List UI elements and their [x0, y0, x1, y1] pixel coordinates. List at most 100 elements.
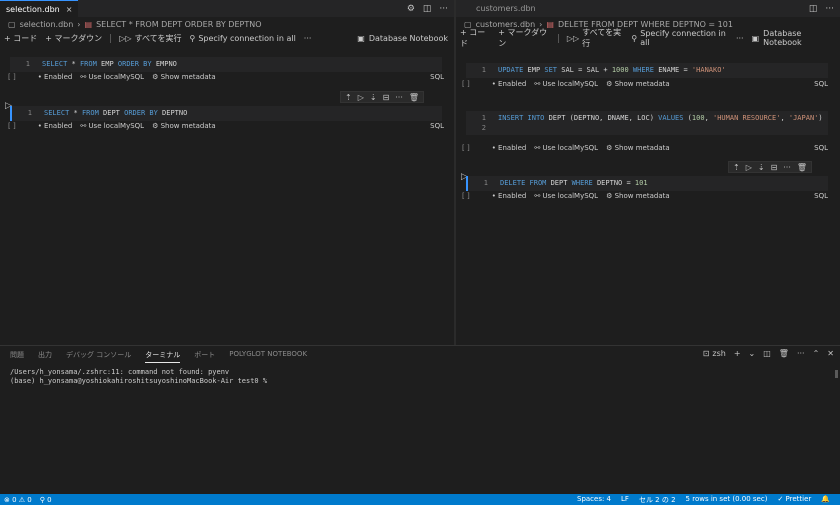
- tab-problems[interactable]: 問題: [10, 350, 24, 363]
- execute-above-icon[interactable]: ⇡: [345, 93, 352, 102]
- chevron-down-icon[interactable]: ⌄: [749, 349, 756, 358]
- enabled-status[interactable]: • Enabled: [38, 73, 73, 81]
- kill-terminal-icon[interactable]: 🗑: [779, 349, 789, 358]
- more-icon[interactable]: ···: [783, 163, 791, 172]
- execute-above-icon[interactable]: ⇡: [733, 163, 740, 172]
- code-line: 1 UPDATE EMP SET SAL = SAL + 1000 WHERE …: [466, 65, 828, 75]
- split-editor-icon[interactable]: ◫: [423, 4, 432, 14]
- split-editor-icon[interactable]: ◫: [809, 4, 818, 14]
- code-cell-editor[interactable]: 1 UPDATE EMP SET SAL = SAL + 1000 WHERE …: [466, 63, 828, 78]
- show-metadata-link[interactable]: ⚙ Show metadata: [606, 80, 670, 88]
- terminal-prompt-line[interactable]: (base) h_yonsama@yoshiokahiroshitsuyoshi…: [10, 377, 267, 385]
- use-connection-link[interactable]: ⚯ Use localMySQL: [534, 80, 598, 88]
- add-code-button[interactable]: + コード: [460, 27, 490, 49]
- split-cell-icon[interactable]: ⊟: [771, 163, 778, 172]
- tab-ports[interactable]: ポート: [194, 350, 215, 363]
- tab-polyglot-notebook[interactable]: POLYGLOT NOTEBOOK: [229, 350, 307, 363]
- tab-selection-dbn[interactable]: selection.dbn ×: [0, 0, 79, 17]
- more-icon[interactable]: ···: [395, 93, 403, 102]
- delete-cell-icon[interactable]: 🗑: [409, 93, 419, 102]
- tab-terminal[interactable]: ターミナル: [145, 350, 181, 363]
- cell-language[interactable]: SQL: [814, 144, 828, 152]
- maximize-panel-icon[interactable]: ⌃: [813, 349, 820, 358]
- tab-label: customers.dbn: [476, 4, 536, 13]
- specify-connection-button[interactable]: ⚲ Specify connection in all: [189, 34, 295, 43]
- add-markdown-button[interactable]: + マークダウン: [45, 33, 102, 44]
- more-actions-icon[interactable]: ···: [825, 4, 834, 14]
- code-line: 1 SELECT * FROM EMP ORDER BY EMPNO: [10, 59, 442, 69]
- terminal-scrollbar[interactable]: [835, 370, 838, 378]
- use-connection-link[interactable]: ⚯ Use localMySQL: [80, 122, 144, 130]
- enabled-status[interactable]: • Enabled: [492, 144, 527, 152]
- run-all-label: すべてを実行: [134, 33, 182, 43]
- kernel-picker[interactable]: ▣ Database Notebook: [752, 29, 840, 47]
- enabled-status[interactable]: • Enabled: [492, 192, 527, 200]
- sql-text: DEPT: [98, 109, 125, 117]
- close-icon[interactable]: ×: [66, 5, 73, 14]
- run-below-icon[interactable]: ⇣: [758, 163, 765, 172]
- delete-cell-icon[interactable]: 🗑: [797, 163, 807, 172]
- cell-indicator[interactable]: セル 2 の 2: [639, 495, 676, 505]
- prettier-indicator[interactable]: ✓ Prettier: [777, 495, 811, 505]
- kernel-picker[interactable]: ▣ Database Notebook: [357, 34, 454, 43]
- sql-text: EMP: [96, 60, 118, 68]
- use-connection-link[interactable]: ⚯ Use localMySQL: [80, 73, 144, 81]
- code-cell-editor[interactable]: 1 DELETE FROM DEPT WHERE DEPTNO = 101: [466, 176, 828, 191]
- show-metadata-link[interactable]: ⚙ Show metadata: [606, 192, 670, 200]
- cell-status-bar: [ ] • Enabled ⚯ Use localMySQL ⚙ Show me…: [462, 78, 828, 89]
- gear-icon[interactable]: ⚙: [407, 4, 415, 14]
- split-cell-icon[interactable]: ⊟: [383, 93, 390, 102]
- sql-text: EMP: [523, 66, 545, 74]
- ports-indicator[interactable]: ⚲ 0: [40, 496, 52, 504]
- run-all-button[interactable]: ▷▷ すべてを実行: [567, 27, 624, 49]
- sql-number: 1000: [611, 66, 629, 74]
- cell-language[interactable]: SQL: [814, 80, 828, 88]
- run-all-label: すべてを実行: [582, 28, 622, 48]
- more-icon[interactable]: ···: [736, 34, 744, 43]
- indentation-indicator[interactable]: Spaces: 4: [577, 495, 611, 505]
- more-icon[interactable]: ···: [797, 349, 805, 358]
- show-metadata-link[interactable]: ⚙ Show metadata: [606, 144, 670, 152]
- sql-string: 'JAPAN': [788, 114, 819, 122]
- code-cell-editor[interactable]: 1 SELECT * FROM DEPT ORDER BY DEPTNO: [10, 106, 442, 121]
- use-connection-link[interactable]: ⚯ Use localMySQL: [534, 144, 598, 152]
- bell-icon[interactable]: 🔔: [821, 495, 830, 505]
- eol-indicator[interactable]: LF: [621, 495, 629, 505]
- problems-indicator[interactable]: ⊗ 0 ⚠ 0: [4, 496, 32, 504]
- run-all-button[interactable]: ▷▷ すべてを実行: [119, 33, 181, 44]
- use-connection-link[interactable]: ⚯ Use localMySQL: [534, 192, 598, 200]
- right-tab-bar: customers.dbn ◫ ···: [456, 0, 840, 17]
- sql-keyword: INTO: [527, 114, 545, 122]
- more-actions-icon[interactable]: ···: [439, 4, 448, 14]
- file-icon: ▢: [8, 19, 16, 29]
- code-cell-editor[interactable]: 1 INSERT INTO DEPT (DEPTNO, DNAME, LOC) …: [466, 111, 828, 135]
- more-icon[interactable]: ···: [304, 34, 312, 43]
- sql-text: ,: [704, 114, 713, 122]
- tab-output[interactable]: 出力: [38, 350, 52, 363]
- notebook-toolbar: + コード + マークダウン ▷▷ すべてを実行 ⚲ Specify conne…: [456, 28, 840, 48]
- breadcrumb-file[interactable]: selection.dbn: [20, 20, 74, 29]
- breadcrumb-cell[interactable]: SELECT * FROM DEPT ORDER BY DEPTNO: [96, 20, 261, 29]
- right-editor-group: customers.dbn ◫ ··· ▢ customers.dbn › ▤ …: [456, 0, 840, 345]
- cell-language[interactable]: SQL: [430, 122, 444, 130]
- tab-debug-console[interactable]: デバッグ コンソール: [66, 350, 131, 363]
- show-metadata-link[interactable]: ⚙ Show metadata: [152, 73, 216, 81]
- split-terminal-icon[interactable]: ◫: [763, 349, 771, 358]
- run-to-icon[interactable]: ▷: [746, 163, 752, 172]
- terminal-shell-selector[interactable]: ⊡ zsh: [703, 349, 726, 358]
- enabled-status[interactable]: • Enabled: [492, 80, 527, 88]
- new-terminal-icon[interactable]: +: [734, 349, 741, 358]
- code-cell-editor[interactable]: 1 SELECT * FROM EMP ORDER BY EMPNO: [10, 57, 442, 72]
- cell-language[interactable]: SQL: [814, 192, 828, 200]
- run-below-icon[interactable]: ⇣: [370, 93, 377, 102]
- show-metadata-link[interactable]: ⚙ Show metadata: [152, 122, 216, 130]
- line-number: 1: [481, 114, 486, 122]
- tab-customers-dbn[interactable]: customers.dbn: [456, 0, 542, 17]
- add-markdown-button[interactable]: + マークダウン: [498, 27, 550, 49]
- close-panel-icon[interactable]: ✕: [827, 349, 834, 358]
- cell-language[interactable]: SQL: [430, 73, 444, 81]
- specify-connection-button[interactable]: ⚲ Specify connection in all: [631, 29, 728, 47]
- enabled-status[interactable]: • Enabled: [38, 122, 73, 130]
- add-code-button[interactable]: + コード: [4, 33, 37, 44]
- run-to-icon[interactable]: ▷: [358, 93, 364, 102]
